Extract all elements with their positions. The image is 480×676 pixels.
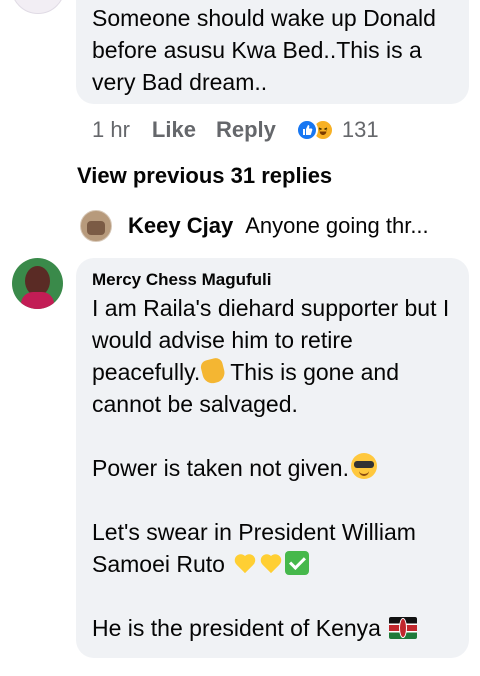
comment-paragraph: I am Raila's diehard supporter but I wou… <box>92 292 464 420</box>
ok-hand-icon <box>199 356 227 386</box>
reply-author-name[interactable]: Keey Cjay <box>128 213 233 239</box>
comment-text: I am Raila's diehard supporter but I wou… <box>92 292 464 676</box>
comment-bubble: Mercy Chess Magufuli I am Raila's diehar… <box>76 258 469 658</box>
like-icon <box>295 119 318 141</box>
reply-preview[interactable]: Keey Cjay Anyone going thr... <box>80 210 429 242</box>
comment-line: very Bad dream.. <box>92 69 268 95</box>
reaction-count[interactable]: 131 <box>342 117 379 143</box>
comment-paragraph: He is the president of Kenya <box>92 612 464 644</box>
check-mark-icon <box>285 551 310 575</box>
comment-paragraph: Power is taken not given. <box>92 452 464 484</box>
comment-line: Someone should wake up Donald <box>92 5 436 31</box>
yellow-heart-icon <box>259 553 283 575</box>
comment-time: 1 hr <box>92 117 130 142</box>
commenter-avatar[interactable] <box>12 258 63 309</box>
comment-actions: 1 hr Like Reply 131 <box>92 116 379 144</box>
comment-text: Someone should wake up Donald before asu… <box>92 2 462 98</box>
comment-text-segment: He is the president of Kenya <box>92 615 381 641</box>
reply-preview-text: Anyone going thr... <box>245 213 429 238</box>
comment-author[interactable]: Mercy Chess Magufuli <box>92 270 272 290</box>
reply-author-avatar[interactable] <box>80 210 112 242</box>
reply-button[interactable]: Reply <box>216 117 276 143</box>
cool-face-icon <box>350 453 377 479</box>
comment-line: before asusu Kwa Bed..This is a <box>92 37 422 63</box>
like-button[interactable]: Like <box>152 117 196 143</box>
comment-text-segment: Power is taken not given. <box>92 455 349 481</box>
reaction-icons[interactable] <box>295 119 334 141</box>
comment-bubble: Someone should wake up Donald before asu… <box>76 0 469 104</box>
comment-paragraph: Let's swear in President William Samoei … <box>92 516 464 580</box>
kenya-flag-icon <box>389 617 418 639</box>
view-previous-replies-link[interactable]: View previous 31 replies <box>77 163 332 189</box>
yellow-heart-icon <box>233 553 257 575</box>
commenter-avatar[interactable] <box>11 0 65 14</box>
